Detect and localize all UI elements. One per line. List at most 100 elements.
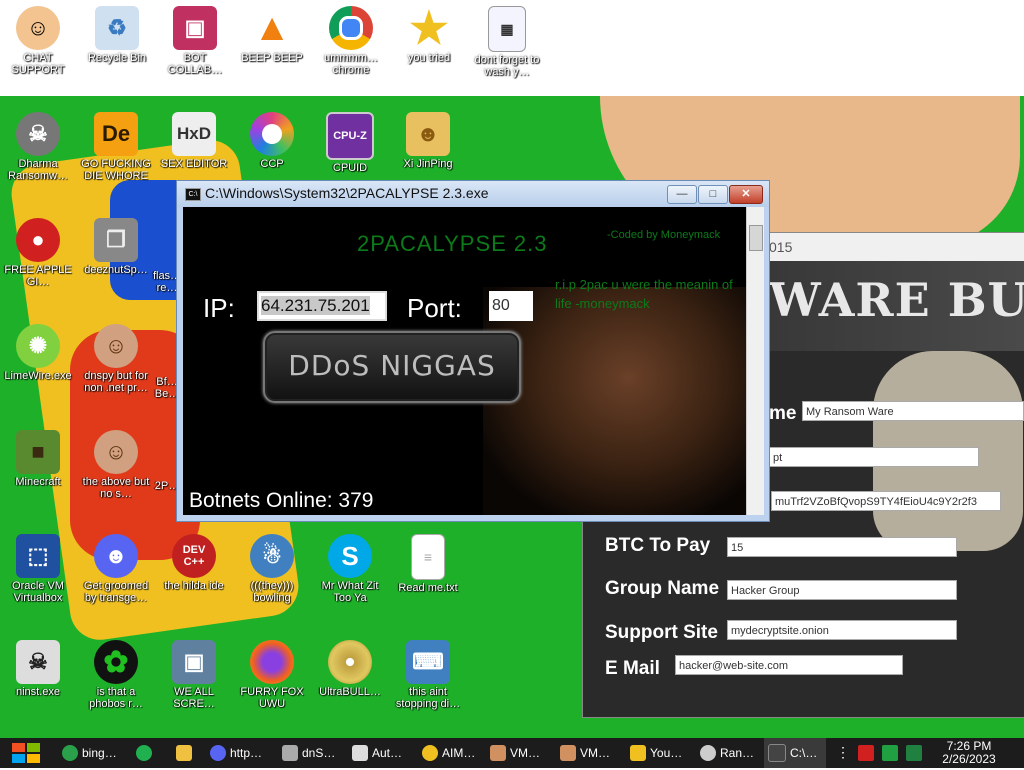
console-icon: C:\ (185, 188, 201, 201)
taskbar-item-chrome[interactable]: bing… (62, 738, 124, 768)
ransom-name-field[interactable]: My Ransom Ware (802, 401, 1024, 421)
desktop-icon-hxd[interactable]: HxD SEX EDITOR (156, 112, 232, 170)
email-label: E Mail (605, 658, 660, 679)
desktop-icon-bot-collab[interactable]: ▣ BOT COLLAB… (157, 6, 233, 76)
vertical-scrollbar[interactable] (746, 207, 764, 515)
clock-date: 2/26/2023 (942, 752, 996, 766)
taskbar-item-vm-1[interactable]: VM… (490, 738, 548, 768)
window-title: 015 (769, 239, 793, 255)
desktop-icon-ninst[interactable]: ☠ ninst.exe (0, 640, 76, 698)
discord-icon (210, 745, 226, 761)
text-file-icon: ≡ (411, 534, 445, 580)
close-button[interactable]: ✕ (729, 185, 763, 204)
network-icon[interactable] (882, 745, 898, 761)
computer-icon: ▣ (172, 640, 216, 684)
flag-icon[interactable] (858, 745, 874, 761)
virtualbox-icon: ⬚ (16, 534, 60, 578)
taskbar-item-explorer[interactable] (176, 738, 196, 768)
desktop-icon-de[interactable]: De GO FUCKING DIE WHORE (78, 112, 154, 182)
desktop-icon-we-all-scre[interactable]: ▣ WE ALL SCRE… (156, 640, 232, 710)
taskbar-item-youtube[interactable]: You… (630, 738, 690, 768)
desktop-icon-this-aint-stopping[interactable]: ⌨ this aint stopping di… (390, 640, 466, 710)
taskbar-item-ransom[interactable]: Ran… (700, 738, 758, 768)
desktop-icon-readme[interactable]: ≡ Read me.txt (390, 534, 466, 594)
desktop-icon-cpuid[interactable]: CPU-Z CPUID (312, 112, 388, 174)
taskbar-item-vm-2[interactable]: VM… (560, 738, 618, 768)
ip-label: IP: (203, 293, 235, 323)
email-field[interactable]: hacker@web-site.com (675, 655, 903, 675)
portrait-icon: ☺ (94, 324, 138, 368)
calendar-icon: ▦ (488, 6, 526, 52)
taskbar-item-discord[interactable]: http… (210, 738, 272, 768)
clock[interactable]: 7:26 PM 2/26/2023 (938, 740, 1000, 766)
desktop-icon-beep-beep[interactable]: ▲ BEEP BEEP (234, 6, 310, 65)
desktop-icon-you-tried[interactable]: ★ you tried (391, 3, 467, 65)
ccp-icon (250, 112, 294, 156)
desktop: ☺ CHAT SUPPORT ♻ Recycle Bin ▣ BOT COLLA… (0, 0, 1024, 738)
person-icon (490, 745, 506, 761)
desktop-icon-phobos[interactable]: ✿ is that a phobos r… (78, 640, 154, 710)
rip-message: r.i.p 2pac u were the meanin of life -mo… (555, 277, 733, 311)
maximize-button[interactable]: □ (698, 185, 728, 204)
port-input[interactable]: 80 (489, 291, 533, 321)
devcpp-icon: DEV C++ (172, 534, 216, 578)
minecraft-icon: ■ (16, 430, 60, 474)
taskbar-item-dns[interactable]: dnS… (282, 738, 342, 768)
overflow-icon[interactable]: ⋮ (836, 745, 850, 761)
desktop-icon-chrome[interactable]: ummmm… chrome (313, 6, 389, 76)
start-button[interactable] (10, 741, 44, 765)
desktop-icon-skype[interactable]: S Mr What Zit Too Ya (312, 534, 388, 604)
ddos-client-area: 2PACALYPSE 2.3 -Coded by Moneymack r.i.p… (183, 207, 746, 515)
network-computer-icon: ⌨ (406, 640, 450, 684)
desktop-icon-deeznutsp[interactable]: ❐ deeznutSp… (78, 218, 154, 276)
ransom-extension-field[interactable]: pt (769, 447, 979, 467)
document-icon (352, 745, 368, 761)
ddos-titlebar[interactable]: C:\ C:\Windows\System32\2PACALYPSE 2.3.e… (177, 181, 769, 207)
desktop-icon-chat-support[interactable]: ☺ CHAT SUPPORT (0, 6, 76, 76)
scrollbar-thumb[interactable] (749, 225, 763, 251)
desktop-icon-limewire[interactable]: ✺ LimeWire.exe (0, 324, 76, 382)
monitor-icon: ▣ (173, 6, 217, 50)
taskbar-item-aim[interactable]: AIM… (422, 738, 482, 768)
desktop-icon-ccp[interactable]: CCP (234, 112, 310, 170)
window-title: C:\Windows\System32\2PACALYPSE 2.3.exe (205, 185, 489, 201)
bowling-icon: ☃ (250, 534, 294, 578)
taskbar-item-chat[interactable] (136, 738, 156, 768)
portrait-icon: ☺ (94, 430, 138, 474)
group-name-label: Group Name (605, 578, 720, 599)
desktop-icon-firefox[interactable]: FURRY FOX UWU (234, 640, 310, 710)
botnets-online-label: Botnets Online: 379 (189, 489, 374, 512)
desktop-icon-discord[interactable]: ☻ Get groomed by transge… (78, 534, 154, 604)
chrome-icon (62, 745, 78, 761)
minimize-button[interactable]: — (667, 185, 697, 204)
ip-input[interactable]: 64.231.75.201 (257, 291, 387, 321)
port-label: Port: (407, 293, 462, 323)
skull-icon: ☠ (16, 640, 60, 684)
desktop-icon-the-above[interactable]: ☺ the above but no s… (78, 430, 154, 500)
ddos-button[interactable]: DDoS NIGGAS (263, 331, 521, 403)
desktop-icon-free-apple[interactable]: ● FREE APPLE GI… (0, 218, 76, 288)
group-name-field[interactable]: Hacker Group (727, 580, 957, 600)
desktop-icon-xi-jinping[interactable]: ☻ Xi JinPing (390, 112, 466, 170)
support-site-field[interactable]: mydecryptsite.onion (727, 620, 957, 640)
taskbar-item-aut[interactable]: Aut… (352, 738, 412, 768)
desktop-icon-dont-forget[interactable]: ▦ dont forget to wash y… (469, 6, 545, 78)
star-icon: ★ (409, 3, 449, 53)
ddos-tool-window[interactable]: C:\ C:\Windows\System32\2PACALYPSE 2.3.e… (176, 180, 770, 522)
icq-icon: ✿ (94, 640, 138, 684)
volume-icon[interactable] (906, 745, 922, 761)
btc-to-pay-field[interactable]: 15 (727, 537, 957, 557)
ddos-button-label: DDoS NIGGAS (288, 349, 496, 382)
desktop-icon-hilda-ide[interactable]: DEV C++ the hilda ide (156, 534, 232, 592)
desktop-icon-recycle-bin[interactable]: ♻ Recycle Bin (79, 6, 155, 64)
desktop-icon-minecraft[interactable]: ■ Minecraft (0, 430, 76, 488)
chat-icon (136, 745, 152, 761)
taskbar-item-console[interactable]: C:\… (764, 738, 826, 768)
desktop-icon-dharma[interactable]: ☠ Dharma Ransomw… (0, 112, 76, 182)
desktop-icon-bowling[interactable]: ☃ (((they))) bowling (234, 534, 310, 604)
desktop-icon-virtualbox[interactable]: ⬚ Oracle VM Virtualbox (0, 534, 76, 604)
btc-address-field[interactable]: muTrf2VZoBfQvopS9TY4fEioU4c9Y2r2f3 (771, 491, 1001, 511)
desktop-icon-ultrabull[interactable]: UltraBULL… (312, 640, 388, 698)
desktop-icon-dnspy[interactable]: ☺ dnspy but for non .net pr… (78, 324, 154, 394)
firefox-icon (250, 640, 294, 684)
